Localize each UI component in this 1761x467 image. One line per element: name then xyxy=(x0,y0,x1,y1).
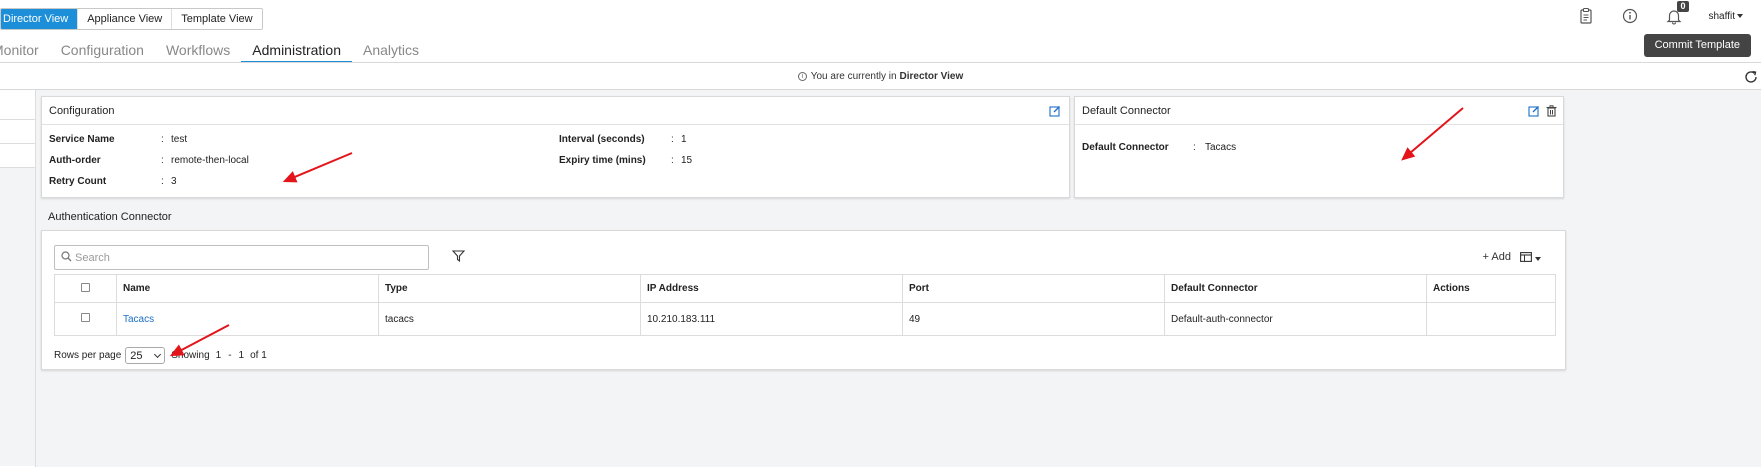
connector-table: Name Type IP Address Port Default Connec… xyxy=(54,274,1556,336)
configuration-title: Configuration xyxy=(49,105,115,117)
bell-icon[interactable]: 0 xyxy=(1665,1,1689,25)
clipboard-icon[interactable] xyxy=(1577,7,1595,25)
cell-port: 49 xyxy=(902,302,1165,336)
info-bar: i You are currently in Director View xyxy=(0,63,1761,90)
showing-to: 1 xyxy=(238,350,245,361)
view-switcher: Director View Appliance View Template Vi… xyxy=(0,8,263,30)
config-row-interval: Interval (seconds):1 xyxy=(559,134,687,145)
select-all-checkbox[interactable] xyxy=(81,282,90,292)
sidebar-item[interactable] xyxy=(0,90,35,120)
search-box xyxy=(54,245,429,270)
auth-connector-title: Authentication Connector xyxy=(48,211,172,223)
tab-administration[interactable]: Administration xyxy=(241,36,352,63)
config-row-auth-order: Auth-order: remote-then-local xyxy=(49,155,249,166)
edit-icon[interactable] xyxy=(1528,105,1540,120)
auth-connector-panel: + Add Name Type IP Address Port Default … xyxy=(41,230,1566,370)
column-chooser-button[interactable] xyxy=(1520,252,1541,265)
connector-name-link[interactable]: Tacacs xyxy=(123,314,154,325)
cell-name: Tacacs xyxy=(116,302,379,336)
column-header-actions: Actions xyxy=(1426,274,1556,303)
top-icon-bar: 0 shaffit xyxy=(1577,1,1761,29)
config-row-retry-count: Retry Count:3 xyxy=(49,176,177,187)
sidebar-item[interactable] xyxy=(0,120,35,144)
cell-type: tacacs xyxy=(378,302,641,336)
left-sidebar xyxy=(0,90,36,467)
column-header-ip[interactable]: IP Address xyxy=(640,274,903,303)
view-director[interactable]: Director View xyxy=(1,9,78,29)
column-header-port[interactable]: Port xyxy=(902,274,1165,303)
info-icon[interactable] xyxy=(1621,7,1639,25)
view-template[interactable]: Template View xyxy=(171,9,262,29)
tab-workflows[interactable]: Workflows xyxy=(155,36,241,63)
config-row-expiry: Expiry time (mins):15 xyxy=(559,155,693,166)
notification-badge: 0 xyxy=(1677,1,1689,12)
sidebar-fill xyxy=(0,168,35,466)
trash-icon[interactable] xyxy=(1546,105,1557,120)
cell-ip: 10.210.183.111 xyxy=(640,302,903,336)
search-icon xyxy=(61,250,72,265)
pagination: Rows per page 25 Showing 1 - 1 of 1 xyxy=(54,347,267,364)
user-menu[interactable]: shaffit xyxy=(1709,11,1744,22)
tab-configuration[interactable]: Configuration xyxy=(50,36,155,63)
row-select-cell xyxy=(54,302,117,336)
rows-per-page-select[interactable]: 25 xyxy=(125,347,166,364)
columns-icon xyxy=(1520,252,1532,265)
filter-icon[interactable] xyxy=(451,250,466,265)
info-bar-view: Director View xyxy=(899,70,964,82)
showing-label: Showing xyxy=(171,350,210,361)
add-button[interactable]: + Add xyxy=(1483,251,1511,263)
default-connector-title: Default Connector xyxy=(1082,105,1171,117)
cell-actions xyxy=(1426,302,1556,336)
table-header-row: Name Type IP Address Port Default Connec… xyxy=(54,274,1556,303)
column-header-type[interactable]: Type xyxy=(378,274,641,303)
default-connector-panel: Default Connector Default Connector: Taca… xyxy=(1074,96,1564,198)
chevron-down-icon xyxy=(1535,256,1541,261)
content-area: Configuration Service Name: test Auth-ord… xyxy=(36,90,1761,467)
tab-monitor[interactable]: Monitor xyxy=(0,36,50,63)
tab-analytics[interactable]: Analytics xyxy=(352,36,430,63)
showing-total: of 1 xyxy=(250,350,267,361)
select-all-cell xyxy=(54,274,117,303)
info-small-icon: i xyxy=(797,71,807,81)
sidebar-item[interactable] xyxy=(0,144,35,168)
chevron-down-icon xyxy=(154,350,162,358)
row-checkbox[interactable] xyxy=(81,313,90,322)
cell-default-connector: Default-auth-connector xyxy=(1164,302,1427,336)
refresh-icon[interactable] xyxy=(1743,69,1759,88)
showing-dash: - xyxy=(228,350,232,361)
showing-from: 1 xyxy=(215,350,222,361)
main-tabs: Monitor Configuration Workflows Administ… xyxy=(0,36,430,63)
rows-per-page-label: Rows per page xyxy=(54,350,122,361)
edit-icon[interactable] xyxy=(1049,105,1061,117)
default-connector-row: Default Connector: Tacacs xyxy=(1082,142,1237,153)
view-appliance[interactable]: Appliance View xyxy=(77,9,172,29)
column-header-name[interactable]: Name xyxy=(116,274,379,303)
config-row-service-name: Service Name: test xyxy=(49,134,188,145)
table-row: Tacacs tacacs 10.210.183.111 49 Default-… xyxy=(54,302,1556,336)
info-bar-prefix: You are currently in xyxy=(810,70,897,82)
commit-template-button[interactable]: Commit Template xyxy=(1643,34,1751,57)
column-header-default-connector[interactable]: Default Connector xyxy=(1164,274,1427,303)
configuration-panel: Configuration Service Name: test Auth-ord… xyxy=(41,96,1070,198)
search-input[interactable] xyxy=(75,251,405,264)
